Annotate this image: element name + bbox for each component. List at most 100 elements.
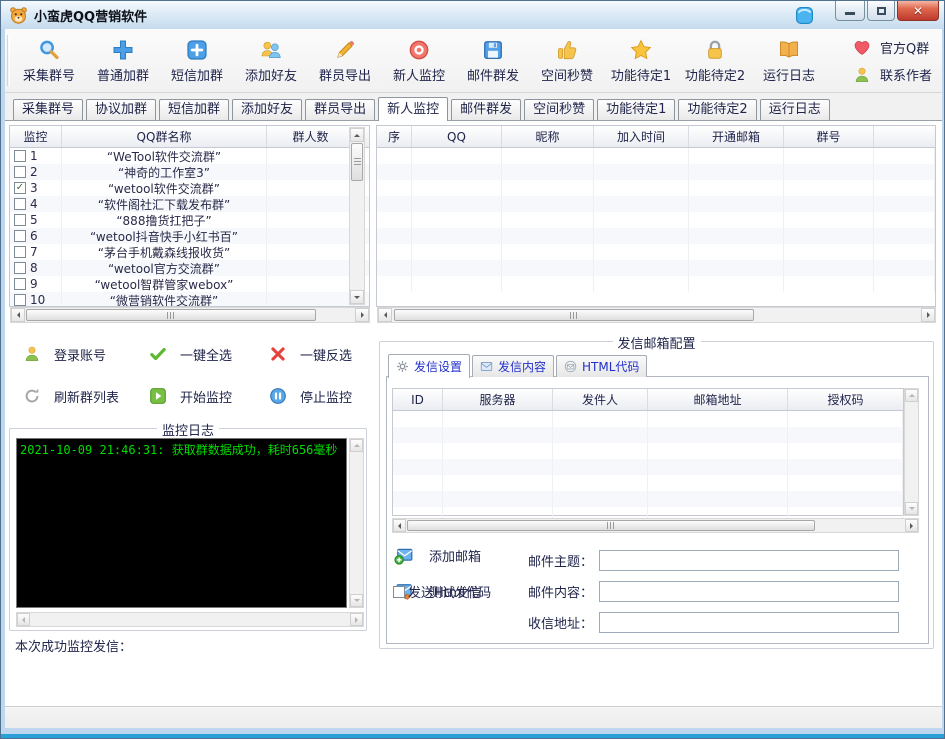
scroll-left-arrow[interactable] — [11, 308, 25, 322]
table-row[interactable]: 1“WeTool软件交流群” — [10, 148, 369, 164]
tab-9[interactable]: 功能待定1 — [597, 99, 675, 120]
tab-11[interactable]: 运行日志 — [760, 99, 830, 120]
column-header[interactable]: 监控 — [10, 126, 62, 147]
column-header[interactable]: 昵称 — [502, 126, 594, 147]
monitor-checkbox[interactable] — [14, 230, 26, 242]
tab-5[interactable]: 群员导出 — [305, 99, 375, 120]
action-button-6[interactable]: 停止监控 — [269, 387, 365, 406]
monitor-checkbox[interactable]: ✓ — [14, 182, 26, 194]
email-tab-1[interactable]: 发信设置 — [388, 354, 470, 378]
toolbar-item-8[interactable]: 空间秒赞 — [530, 33, 604, 89]
action-button-3[interactable]: 一键反选 — [269, 345, 365, 364]
monitor-checkbox[interactable] — [14, 214, 26, 226]
table-row[interactable]: 8“wetool官方交流群” — [10, 260, 369, 276]
tab-1[interactable]: 采集群号 — [13, 99, 83, 120]
scroll-thumb[interactable] — [26, 309, 316, 321]
table-row[interactable]: 5“888撸货扛把子” — [10, 212, 369, 228]
scroll-left-arrow[interactable] — [378, 308, 392, 322]
tab-4[interactable]: 添加好友 — [232, 99, 302, 120]
tab-2[interactable]: 协议加群 — [86, 99, 156, 120]
scroll-left-arrow[interactable] — [17, 613, 30, 626]
column-header[interactable]: 群人数 — [267, 126, 354, 147]
monitor-checkbox[interactable] — [14, 262, 26, 274]
email-tab-2[interactable]: 发信内容 — [472, 355, 554, 377]
recipient-address-input[interactable] — [599, 612, 899, 633]
scroll-up-arrow[interactable] — [350, 439, 363, 452]
toolbar-item-6[interactable]: 新人监控 — [382, 33, 456, 89]
monitor-checkbox[interactable] — [14, 246, 26, 258]
table-row[interactable]: 2“神奇的工作室3” — [10, 164, 369, 180]
tab-8[interactable]: 空间秒赞 — [524, 99, 594, 120]
tab-6[interactable]: 新人监控 — [378, 97, 448, 121]
group-list-vscrollbar[interactable] — [349, 127, 365, 305]
table-row[interactable]: 4“软件阁社汇下载发布群” — [10, 196, 369, 212]
toolbar-item-11[interactable]: 运行日志 — [752, 33, 826, 89]
action-button-5[interactable]: 开始监控 — [149, 387, 269, 406]
scroll-thumb[interactable] — [407, 520, 815, 531]
scroll-right-arrow[interactable] — [355, 308, 369, 322]
column-header[interactable]: 发件人 — [553, 389, 648, 410]
column-header[interactable]: 群号 — [784, 126, 874, 147]
scroll-thumb[interactable] — [351, 143, 363, 181]
column-header[interactable]: 授权码 — [788, 389, 903, 410]
column-header[interactable]: ID — [393, 389, 443, 410]
close-button[interactable]: ✕ — [897, 1, 939, 21]
table-row[interactable]: ✓3“wetool软件交流群” — [10, 180, 369, 196]
scroll-right-arrow[interactable] — [921, 308, 935, 322]
monitor-checkbox[interactable] — [14, 166, 26, 178]
toolbar-item-5[interactable]: 群员导出 — [308, 33, 382, 89]
scroll-right-arrow[interactable] — [905, 519, 918, 532]
tray-gem-icon[interactable] — [793, 4, 816, 27]
email-tab-3[interactable]: HTML代码 — [556, 355, 647, 377]
toolbar-item-10[interactable]: 功能待定2 — [678, 33, 752, 89]
scroll-right-arrow[interactable] — [350, 613, 363, 626]
scroll-thumb[interactable] — [394, 309, 754, 321]
column-header[interactable]: 加入时间 — [594, 126, 689, 147]
toolbar-item-9[interactable]: 功能待定1 — [604, 33, 678, 89]
group-list-hscrollbar[interactable] — [10, 307, 370, 323]
table-row[interactable]: 10“微营销软件交流群” — [10, 292, 369, 306]
maximize-button[interactable] — [867, 1, 895, 21]
toolbar-item-4[interactable]: 添加好友 — [234, 33, 308, 89]
minimize-button[interactable] — [835, 1, 865, 21]
scroll-down-arrow[interactable] — [350, 594, 363, 607]
column-header[interactable]: 开通邮箱 — [689, 126, 784, 147]
member-table-hscrollbar[interactable] — [377, 307, 936, 323]
mail-subject-input[interactable] — [599, 550, 899, 571]
monitor-checkbox[interactable] — [14, 278, 26, 290]
scroll-up-arrow[interactable] — [350, 128, 364, 142]
toolbar-link-1[interactable]: 官方Q群 — [853, 34, 932, 61]
monitor-checkbox[interactable] — [14, 150, 26, 162]
column-header[interactable]: 序 — [377, 126, 412, 147]
email-table-vscrollbar[interactable] — [904, 388, 919, 516]
table-row[interactable]: 7“茅台手机戴森线报收货” — [10, 244, 369, 260]
toolbar-item-3[interactable]: 短信加群 — [160, 33, 234, 89]
send-html-checkbox[interactable] — [393, 586, 405, 598]
column-header[interactable]: 服务器 — [443, 389, 553, 410]
column-header[interactable]: 邮箱地址 — [648, 389, 788, 410]
monitor-checkbox[interactable] — [14, 294, 26, 306]
scroll-up-arrow[interactable] — [905, 389, 918, 402]
scroll-down-arrow[interactable] — [905, 502, 918, 515]
action-button-4[interactable]: 刷新群列表 — [23, 387, 149, 406]
tab-7[interactable]: 邮件群发 — [451, 99, 521, 120]
email-table-hscrollbar[interactable] — [392, 518, 919, 533]
monitor-checkbox[interactable] — [14, 198, 26, 210]
add-mailbox-button[interactable]: 添加邮箱 — [394, 545, 481, 565]
column-header[interactable]: QQ — [412, 126, 502, 147]
table-row[interactable]: 6“wetool抖音快手小红书百” — [10, 228, 369, 244]
tab-3[interactable]: 短信加群 — [159, 99, 229, 120]
tab-10[interactable]: 功能待定2 — [678, 99, 756, 120]
action-button-2[interactable]: 一键全选 — [149, 345, 269, 364]
toolbar-item-7[interactable]: 邮件群发 — [456, 33, 530, 89]
scroll-left-arrow[interactable] — [393, 519, 406, 532]
send-html-checkbox-row[interactable]: 发送Html代码 — [393, 582, 491, 601]
toolbar-item-1[interactable]: 采集群号 — [12, 33, 86, 89]
action-button-1[interactable]: 登录账号 — [23, 345, 149, 364]
toolbar-link-2[interactable]: 联系作者 — [853, 61, 932, 88]
scroll-down-arrow[interactable] — [350, 290, 364, 304]
mail-content-input[interactable] — [599, 581, 899, 602]
log-vscrollbar[interactable] — [349, 438, 364, 608]
table-row[interactable]: 9“wetool智群管家webox” — [10, 276, 369, 292]
toolbar-item-2[interactable]: 普通加群 — [86, 33, 160, 89]
